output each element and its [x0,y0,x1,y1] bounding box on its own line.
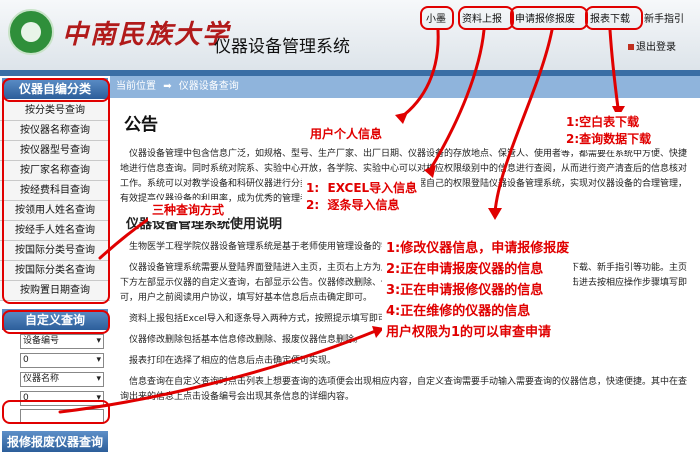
annotation-upload: 1: EXCEL导入信息 2: 逐条导入信息 [302,178,422,216]
sidebar: 仪器自编分类 按分类号查询 按仪器名称查询 按仪器型号查询 按厂家名称查询 按经… [0,76,110,452]
nav-user[interactable]: 小墨 [426,10,446,25]
sidebar-item-funding[interactable]: 按经费科目查询 [0,181,110,201]
field-select-2[interactable]: 0 [20,353,104,368]
breadcrumb-page: 仪器设备查询 [178,81,239,92]
logout-link[interactable]: 退出登录 [628,38,676,53]
breadcrumb-label: 当前位置 [116,81,156,92]
annotation-user-info: 用户个人信息 [306,124,387,145]
logout-label: 退出登录 [636,42,676,53]
query-text: 信息查询在自定义查询时点击列表上想要查询的选项便会出现相应内容，自定义查询需要手… [120,377,688,402]
logout-icon [628,44,634,50]
breadcrumb-arrow-icon: ➡ [163,81,172,92]
sidebar-item-category[interactable]: 按分类号查询 [0,101,110,121]
sidebar-item-purchase-date[interactable]: 按购置日期查询 [0,281,110,301]
sidebar-item-model[interactable]: 按仪器型号查询 [0,141,110,161]
nav-report-download[interactable]: 报表下载 [590,10,630,25]
annotation-repair: 1:修改仪器信息，申请报修报废 2:正在申请报废仪器的信息 3:正在申请报修仪器… [382,236,574,345]
university-logo [8,9,54,55]
repair-query-header[interactable]: 报修报废仪器查询 [2,431,108,452]
university-name: 中南民族大学 [62,20,231,50]
sidebar-item-manufacturer[interactable]: 按厂家名称查询 [0,161,110,181]
field-select-3[interactable]: 仪器名称 [20,372,104,387]
sidebar-item-intl-name[interactable]: 按国际分类名查询 [0,261,110,281]
print-text: 报表打印在选择了相应的信息后点击确定便可实现。 [129,356,337,366]
breadcrumb: 当前位置 ➡ 仪器设备查询 [110,76,700,98]
field-select-1[interactable]: 设备编号 [20,334,104,349]
sidebar-item-handler[interactable]: 按经手人姓名查询 [0,221,110,241]
sidebar-item-intl-code[interactable]: 按国际分类号查询 [0,241,110,261]
nav-upload[interactable]: 资料上报 [462,10,502,25]
annotation-reports: 1:空白表下载 2:查询数据下载 [562,112,656,150]
custom-query-header: 自定义查询 [2,309,108,330]
nav-repair-apply[interactable]: 申请报修报废 [515,10,575,25]
annotation-query-modes: 三种查询方式 [148,200,229,221]
system-title: 仪器设备管理系统 [214,37,350,57]
field-select-4[interactable]: 0 [20,391,104,406]
category-query-header: 仪器自编分类 [2,78,108,99]
sidebar-item-recipient[interactable]: 按领用人姓名查询 [0,201,110,221]
nav-guide[interactable]: 新手指引 [644,10,684,25]
query-value-input[interactable] [20,409,104,423]
header-bar: 中南民族大学 仪器设备管理系统 小墨 资料上报 申请报修报废 报表下载 新手指引… [0,0,700,70]
sidebar-item-name[interactable]: 按仪器名称查询 [0,121,110,141]
